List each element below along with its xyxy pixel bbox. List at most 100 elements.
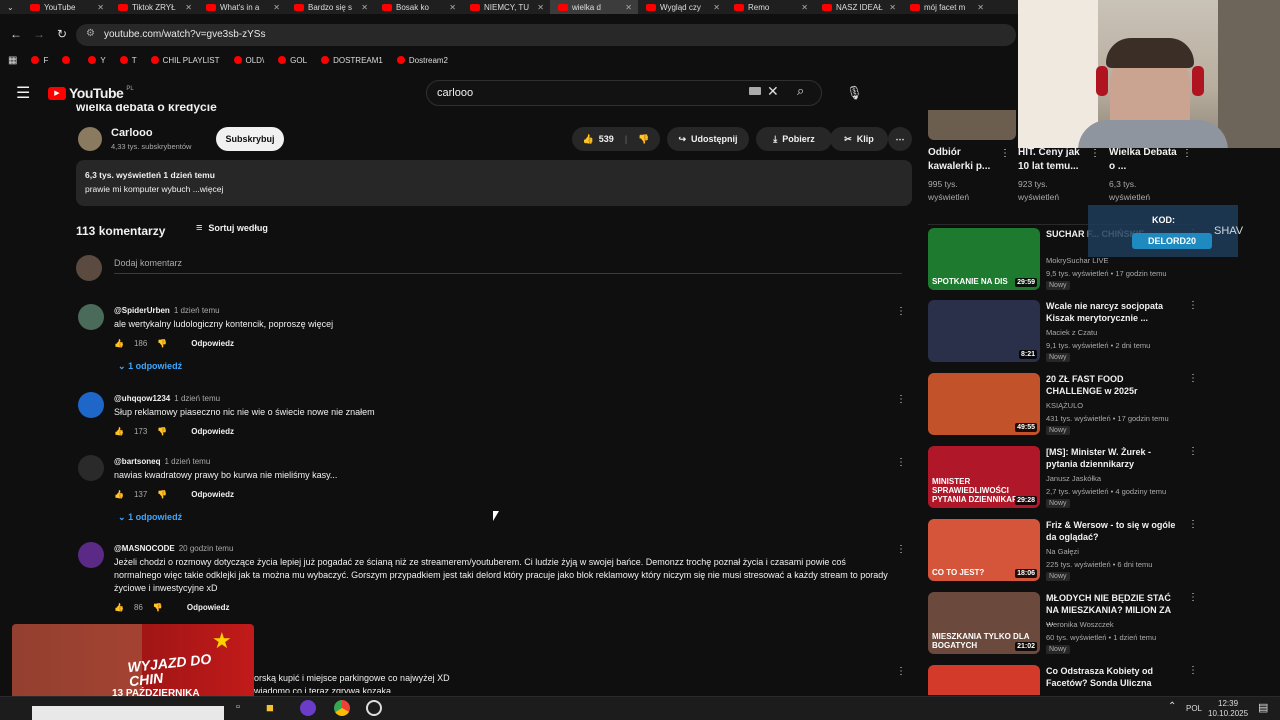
video-thumbnail[interactable]: MINISTER SPRAWIEDLIWOŚCI PYTANIA DZIENNI… (928, 446, 1040, 508)
video-thumbnail[interactable]: CO TO JEST? 18:06 (928, 519, 1040, 581)
view-replies-button[interactable]: ⌄ 1 odpowiedź (118, 361, 182, 372)
top-rec-kebab-2[interactable]: ⋮ (1090, 148, 1100, 159)
browser-tab[interactable]: Bardzo się s ✕ (286, 0, 374, 14)
commenter-avatar[interactable] (78, 542, 104, 568)
video-menu-icon[interactable]: ⋮ (1188, 665, 1198, 676)
browser-tab[interactable]: Bosak ko ✕ (374, 0, 462, 14)
thumbs-up-icon[interactable]: 👍 (114, 427, 124, 436)
search-icon[interactable]: ⌕ (797, 83, 804, 99)
sort-comments-button[interactable]: ≡ Sortuj według (196, 222, 268, 234)
close-tab-icon[interactable]: ✕ (273, 3, 280, 12)
thumbs-up-icon[interactable]: 👍 (583, 134, 594, 145)
recommendation-item[interactable]: CO ODSTRASZACo Odstrasza Kobiety od Face… (928, 665, 1198, 695)
hamburger-menu-icon[interactable]: ☰ (16, 83, 30, 103)
comment-time[interactable]: 20 godzin temu (179, 544, 234, 553)
add-comment-input[interactable]: Dodaj komentarz (114, 258, 902, 274)
clock-date[interactable]: 10.10.2025 (1208, 709, 1248, 718)
browser-tab[interactable]: Tiktok ZRYŁ ✕ (110, 0, 198, 14)
browser-tab[interactable]: wielka d ✕ (550, 0, 638, 14)
bookmark-item[interactable]: F (31, 56, 48, 65)
video-thumbnail[interactable]: SPOTKANIE NA DIS 29:59 (928, 228, 1040, 290)
search-input[interactable]: carlooo ✕ ⌕ (426, 80, 822, 106)
file-explorer-icon[interactable]: ■ (266, 700, 274, 715)
notification-icon[interactable]: ▤ (1258, 701, 1268, 714)
top-rec-title-2[interactable]: HIT. Ceny jak 10 lat temu... (1018, 146, 1088, 174)
video-thumbnail[interactable]: CO ODSTRASZA (928, 665, 1040, 695)
browser-tab[interactable]: Remo ✕ (726, 0, 814, 14)
channel-name[interactable]: Carlooo (111, 127, 153, 139)
top-rec-kebab-1[interactable]: ⋮ (1000, 148, 1010, 159)
bookmark-item[interactable]: DOSTREAM1 (321, 56, 383, 65)
video-thumbnail[interactable]: 49:55 (928, 373, 1040, 435)
bookmark-item[interactable]: CHIL PLAYLIST (150, 56, 220, 65)
address-bar[interactable]: ⚙ youtube.com/watch?v=gve3sb-zYSs (76, 24, 1016, 46)
recommendation-item[interactable]: 49:55 20 ZŁ FAST FOOD CHALLENGE w 2025r KS… (928, 373, 1198, 435)
comment-author[interactable]: @SpiderUrben 1 dzień temu (114, 306, 220, 315)
comment-time[interactable]: 1 dzień temu (164, 457, 210, 466)
commenter-avatar[interactable] (78, 455, 104, 481)
close-tab-icon[interactable]: ✕ (889, 3, 896, 12)
comment-menu-icon[interactable]: ⋮ (896, 306, 906, 317)
top-rec-kebab-3[interactable]: ⋮ (1182, 148, 1192, 159)
recommendation-item[interactable]: 8:21 Wcale nie narcyz socjopata Kiszak me… (928, 300, 1198, 362)
keyboard-icon[interactable] (749, 87, 761, 95)
video-thumbnail[interactable]: MIESZKANIA TYLKO DLA BOGATYCH 21:02 (928, 592, 1040, 654)
bookmark-item[interactable]: Dostream2 (396, 56, 448, 65)
comment-author[interactable]: @MASNOCODE 20 godzin temu (114, 544, 233, 553)
reply-button[interactable]: Odpowiedz (191, 427, 234, 436)
thumbs-down-icon[interactable]: 👎 (638, 134, 649, 145)
top-rec-title-1[interactable]: Odbiór kawalerki p... (928, 146, 1006, 174)
video-menu-icon[interactable]: ⋮ (1188, 373, 1198, 384)
download-button[interactable]: ⤓ Pobierz (756, 127, 832, 151)
close-tab-icon[interactable]: ✕ (97, 3, 104, 12)
video-title[interactable]: Friz & Wersow - to się w ogóle da ogląda… (1046, 519, 1176, 543)
thumbs-up-icon[interactable]: 👍 (114, 603, 124, 612)
more-actions-button[interactable]: ⋯ (888, 127, 912, 151)
video-thumbnail[interactable]: 8:21 (928, 300, 1040, 362)
comment-time[interactable]: 1 dzień temu (174, 306, 220, 315)
video-title[interactable]: Wcale nie narcyz socjopata Kiszak meryto… (1046, 300, 1176, 324)
bookmark-item[interactable]: OLD\ (233, 56, 264, 65)
reload-icon[interactable]: ↻ (57, 27, 67, 41)
video-menu-icon[interactable]: ⋮ (1188, 592, 1198, 603)
video-menu-icon[interactable]: ⋮ (1188, 300, 1198, 311)
bookmark-item[interactable]: Y (88, 56, 106, 65)
video-channel[interactable]: KSIĄŻULO (1046, 401, 1083, 410)
browser-tab[interactable]: NIEMCY, TU ✕ (462, 0, 550, 14)
recommendation-item[interactable]: CO TO JEST? 18:06 Friz & Wersow - to się w… (928, 519, 1198, 581)
thumbs-up-icon[interactable]: 👍 (114, 339, 124, 348)
bookmark-item[interactable]: T (119, 56, 137, 65)
thumbs-down-icon[interactable]: 👎 (157, 490, 167, 499)
language-indicator[interactable]: POL (1186, 704, 1202, 713)
chrome-icon[interactable] (334, 700, 350, 716)
apps-grid-icon[interactable]: ▦ (8, 55, 17, 66)
video-channel[interactable]: Janusz Jaskółka (1046, 474, 1101, 483)
back-arrow-icon[interactable]: ← (10, 27, 22, 41)
recommendation-item[interactable]: MIESZKANIA TYLKO DLA BOGATYCH 21:02 MŁODYC… (928, 592, 1198, 654)
video-menu-icon[interactable]: ⋮ (1188, 446, 1198, 457)
commenter-avatar[interactable] (78, 392, 104, 418)
comment-author[interactable]: @bartsoneq 1 dzień temu (114, 457, 210, 466)
close-tab-icon[interactable]: ✕ (713, 3, 720, 12)
video-title[interactable]: 20 ZŁ FAST FOOD CHALLENGE w 2025r (1046, 373, 1176, 397)
thumbs-down-icon[interactable]: 👎 (157, 339, 167, 348)
site-info-icon[interactable]: ⚙ (86, 28, 95, 39)
top-thumb-1[interactable] (928, 110, 1016, 140)
forward-arrow-icon[interactable]: → (33, 27, 45, 41)
thumbs-down-icon[interactable]: 👎 (157, 427, 167, 436)
video-channel[interactable]: Maciek z Czatu (1046, 328, 1097, 337)
video-title[interactable]: [MS]: Minister W. Żurek - pytania dzienn… (1046, 446, 1176, 470)
subscribe-button[interactable]: Subskrybuj (216, 127, 284, 151)
close-tab-icon[interactable]: ✕ (449, 3, 456, 12)
description-box[interactable]: 6,3 tys. wyświetleń 1 dzień temu prawie … (76, 160, 912, 206)
clear-search-icon[interactable]: ✕ (767, 83, 779, 100)
video-channel[interactable]: Weronika Woszczek (1046, 620, 1114, 629)
channel-avatar[interactable] (78, 127, 102, 151)
video-channel[interactable]: Na Gałęzi (1046, 547, 1079, 556)
video-title[interactable]: Co Odstrasza Kobiety od Facetów? Sonda U… (1046, 665, 1176, 689)
browser-tab[interactable]: What's in a ✕ (198, 0, 286, 14)
top-rec-title-3[interactable]: Wielka Debata o ... (1109, 146, 1181, 174)
close-tab-icon[interactable]: ✕ (361, 3, 368, 12)
microphone-icon[interactable]: 🎙 (846, 85, 863, 101)
close-tab-icon[interactable]: ✕ (977, 3, 984, 12)
